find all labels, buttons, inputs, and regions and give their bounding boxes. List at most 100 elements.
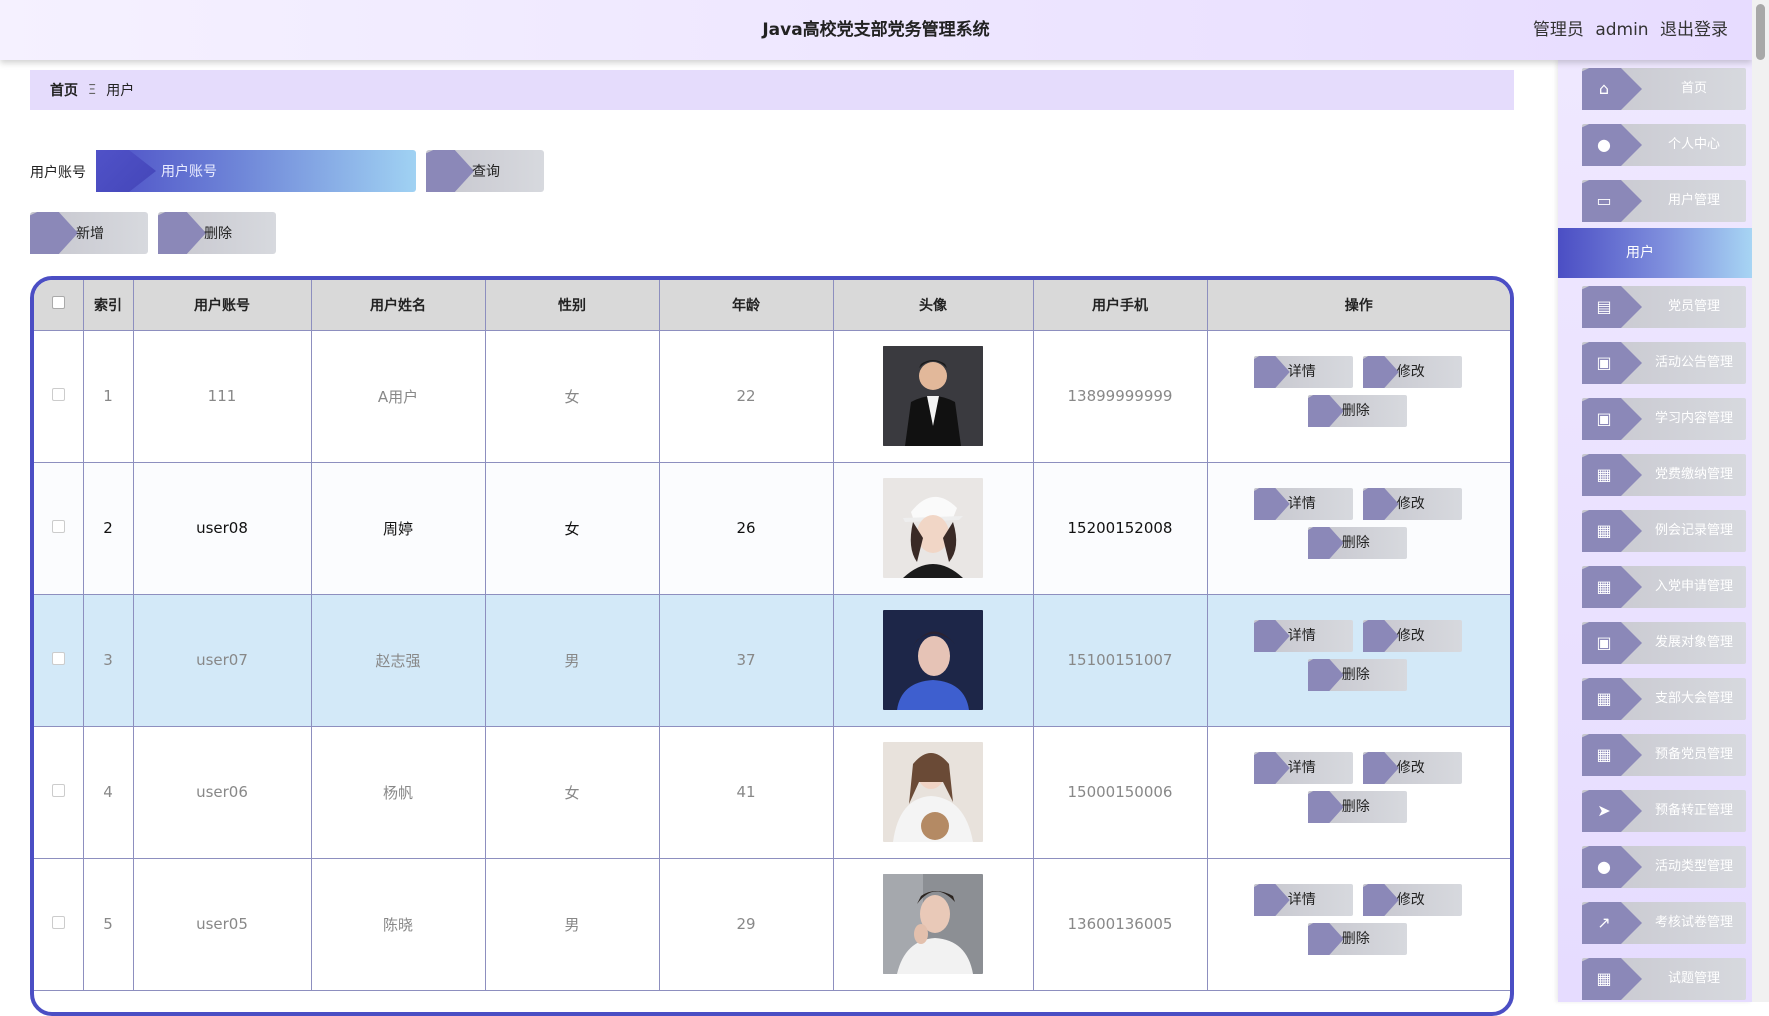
cell-phone: 15000150006 — [1033, 726, 1208, 859]
row-delete-button[interactable]: 删除 — [1307, 395, 1407, 427]
sidebar-item-exam-paper[interactable]: ↗ 考核试卷管理 — [1582, 902, 1746, 944]
clipboard-icon: ▣ — [1596, 409, 1612, 428]
detail-button[interactable]: 详情 — [1253, 752, 1353, 784]
row-checkbox[interactable] — [51, 652, 65, 665]
edit-button[interactable]: 修改 — [1362, 752, 1462, 784]
cell-actions: 详情 修改 删除 — [1207, 858, 1510, 991]
row-checkbox-cell[interactable] — [34, 462, 84, 595]
sidebar-item-label: 个人中心 — [1667, 137, 1720, 152]
row-delete-button-label: 删除 — [1341, 535, 1370, 551]
sidebar-item-probation-conversion[interactable]: ➤ 预备转正管理 — [1582, 790, 1746, 832]
select-all-checkbox[interactable] — [51, 296, 65, 310]
sidebar-item-label: 入党申请管理 — [1654, 579, 1733, 594]
row-checkbox[interactable] — [51, 520, 65, 533]
sidebar-item-study-content[interactable]: ▣ 学习内容管理 — [1582, 398, 1746, 440]
sidebar-item-personal-center[interactable]: ● 个人中心 — [1582, 124, 1746, 166]
row-checkbox[interactable] — [51, 916, 65, 929]
row-checkbox-cell[interactable] — [34, 726, 84, 859]
cell-phone: 13899999999 — [1033, 330, 1208, 463]
cell-gender: 女 — [485, 330, 660, 463]
detail-button[interactable]: 详情 — [1253, 488, 1353, 520]
sidebar-item-development-target[interactable]: ▣ 发展对象管理 — [1582, 622, 1746, 664]
sidebar-subitem-user[interactable]: 用户 — [1558, 228, 1752, 278]
button-notch — [1362, 488, 1399, 520]
sidebar-item-label: 预备转正管理 — [1654, 803, 1733, 818]
user-info: 管理员 admin 退出登录 — [1527, 0, 1728, 60]
select-all-cell[interactable] — [34, 280, 84, 331]
table-row[interactable]: 4 user06 杨帆 女 41 15000150006 详情 修改 删除 — [34, 726, 1510, 859]
grid-icon: ▦ — [1596, 689, 1612, 708]
monitor-icon: ▭ — [1596, 191, 1612, 210]
row-delete-button[interactable]: 删除 — [1307, 659, 1407, 691]
button-notch — [1362, 620, 1399, 652]
query-button[interactable]: 查询 — [426, 150, 544, 192]
add-button[interactable]: 新增 — [30, 212, 148, 254]
detail-button[interactable]: 详情 — [1253, 884, 1353, 916]
table-row[interactable]: 2 user08 周婷 女 26 15200152008 详情 修改 删除 — [34, 462, 1510, 595]
sidebar-item-party-member[interactable]: ▤ 党员管理 — [1582, 286, 1746, 328]
sidebar-item-label: 首页 — [1680, 81, 1707, 96]
detail-button[interactable]: 详情 — [1253, 356, 1353, 388]
row-delete-button-label: 删除 — [1341, 667, 1370, 683]
edit-button-label: 修改 — [1396, 760, 1425, 776]
breadcrumb-separator: Ξ — [88, 82, 97, 98]
row-checkbox-cell[interactable] — [34, 330, 84, 463]
avatar-image — [883, 478, 983, 578]
cell-account: user07 — [133, 594, 312, 727]
detail-button-label: 详情 — [1287, 628, 1316, 644]
button-notch — [1253, 620, 1290, 652]
cell-account: user08 — [133, 462, 312, 595]
delete-button[interactable]: 删除 — [158, 212, 276, 254]
col-header: 头像 — [833, 280, 1034, 331]
sidebar-item-activity-type[interactable]: ● 活动类型管理 — [1582, 846, 1746, 888]
breadcrumb-home[interactable]: 首页 — [50, 80, 78, 100]
edit-button[interactable]: 修改 — [1362, 620, 1462, 652]
edit-button-label: 修改 — [1396, 628, 1425, 644]
row-actions: 详情 修改 删除 — [1253, 742, 1464, 842]
book-icon: ▤ — [1596, 297, 1612, 316]
row-delete-button[interactable]: 删除 — [1307, 527, 1407, 559]
sidebar-item-party-dues[interactable]: ▦ 党费缴纳管理 — [1582, 454, 1746, 496]
row-checkbox-cell[interactable] — [34, 594, 84, 727]
sidebar-item-meeting-records[interactable]: ▦ 例会记录管理 — [1582, 510, 1746, 552]
table-row[interactable]: 3 user07 赵志强 男 37 15100151007 详情 修改 删除 — [34, 594, 1510, 727]
cell-index: 1 — [83, 330, 134, 463]
edit-button-label: 修改 — [1396, 364, 1425, 380]
sidebar-item-question-management[interactable]: ▦ 试题管理 — [1582, 958, 1746, 1000]
home-icon: ⌂ — [1598, 79, 1610, 98]
cell-gender: 男 — [485, 858, 660, 991]
sidebar-item-membership-application[interactable]: ▦ 入党申请管理 — [1582, 566, 1746, 608]
cell-gender: 女 — [485, 726, 660, 859]
sidebar-item-activity-notice[interactable]: ▣ 活动公告管理 — [1582, 342, 1746, 384]
clipboard-check-icon: ▣ — [1596, 633, 1612, 652]
sidebar-item-probationary-member[interactable]: ▦ 预备党员管理 — [1582, 734, 1746, 776]
edit-button[interactable]: 修改 — [1362, 884, 1462, 916]
edit-button[interactable]: 修改 — [1362, 356, 1462, 388]
detail-button[interactable]: 详情 — [1253, 620, 1353, 652]
row-delete-button-label: 删除 — [1341, 931, 1370, 947]
sidebar-item-branch-meeting[interactable]: ▦ 支部大会管理 — [1582, 678, 1746, 720]
row-checkbox[interactable] — [51, 784, 65, 797]
row-delete-button-label: 删除 — [1341, 799, 1370, 815]
detail-button-label: 详情 — [1287, 364, 1316, 380]
chart-icon: ↗ — [1597, 913, 1611, 932]
row-delete-button[interactable]: 删除 — [1307, 923, 1407, 955]
scrollbar-thumb[interactable] — [1756, 4, 1765, 60]
sidebar-item-home[interactable]: ⌂ 首页 — [1582, 68, 1746, 110]
button-notch — [158, 212, 206, 254]
table-row[interactable]: 1 111 A用户 女 22 13899999999 详情 修改 删除 — [34, 330, 1510, 463]
row-checkbox-cell[interactable] — [34, 858, 84, 991]
button-notch — [1362, 356, 1399, 388]
row-checkbox[interactable] — [51, 388, 65, 401]
cell-account: user05 — [133, 858, 312, 991]
col-header: 用户手机 — [1033, 280, 1208, 331]
sidebar-item-user-management[interactable]: ▭ 用户管理 — [1582, 180, 1746, 222]
page-scrollbar[interactable] — [1752, 0, 1769, 1002]
row-delete-button[interactable]: 删除 — [1307, 791, 1407, 823]
sidebar-item-label: 党费缴纳管理 — [1654, 467, 1733, 482]
table-row[interactable]: 5 user05 陈晓 男 29 13600136005 详情 修改 删除 — [34, 858, 1510, 991]
edit-button[interactable]: 修改 — [1362, 488, 1462, 520]
logout-link[interactable]: 退出登录 — [1660, 20, 1728, 40]
cell-index: 2 — [83, 462, 134, 595]
col-header: 用户账号 — [133, 280, 312, 331]
